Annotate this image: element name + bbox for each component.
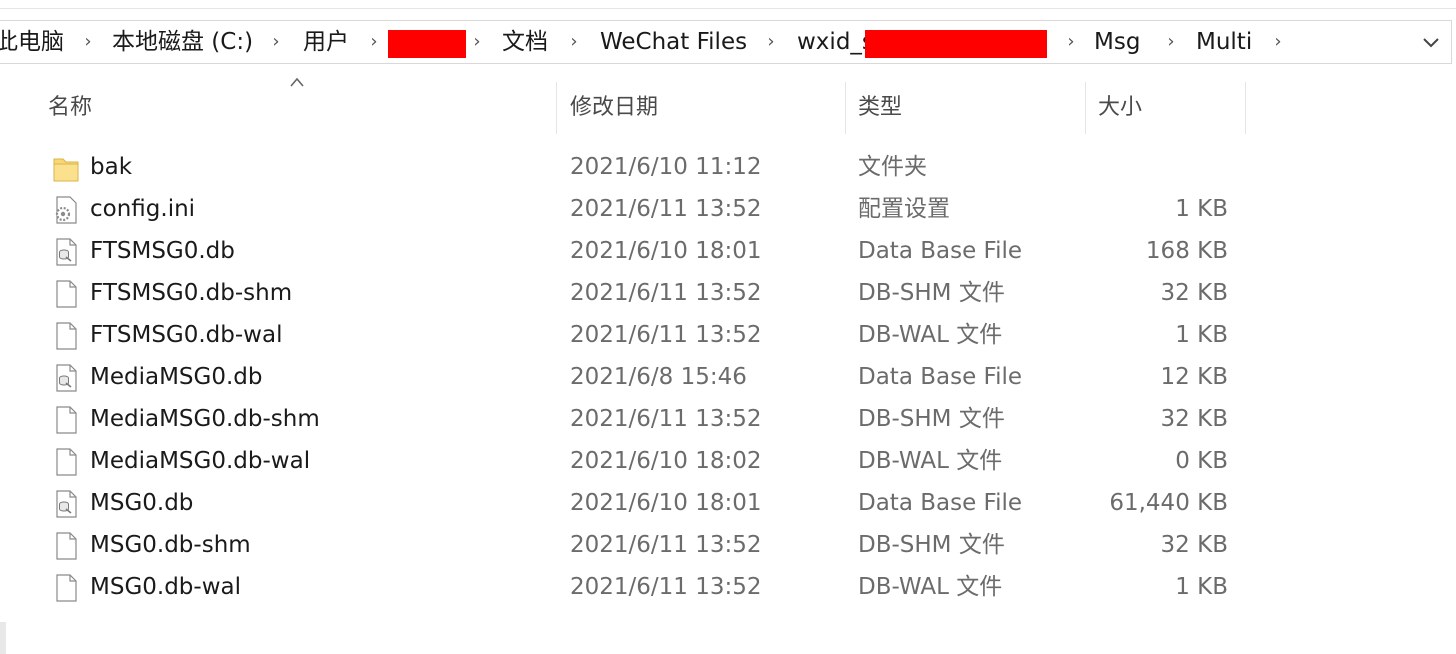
file-type: DB-WAL 文件	[858, 322, 1003, 348]
file-size: 12 KB	[1160, 364, 1228, 390]
file-type: DB-SHM 文件	[858, 406, 1005, 432]
breadcrumb-local-disk[interactable]: 本地磁盘 (C:)	[112, 21, 253, 63]
file-modified-date: 2021/6/10 18:01	[570, 238, 762, 264]
database-file-icon	[52, 237, 80, 267]
breadcrumb-separator-icon[interactable]: ›	[468, 21, 486, 63]
file-size: 61,440 KB	[1109, 490, 1228, 516]
file-row[interactable]: config.ini 2021/6/11 13:52 配置设置 1 KB	[44, 188, 1254, 230]
address-history-dropdown[interactable]	[1411, 21, 1451, 63]
file-type: DB-WAL 文件	[858, 574, 1003, 600]
blank-file-icon	[52, 405, 80, 435]
breadcrumb-multi[interactable]: Multi	[1196, 21, 1252, 63]
file-name[interactable]: config.ini	[90, 188, 195, 230]
file-name[interactable]: MSG0.db	[90, 482, 193, 524]
file-modified-date: 2021/6/10 18:01	[570, 490, 762, 516]
file-size: 0 KB	[1175, 448, 1228, 474]
file-modified-date: 2021/6/8 15:46	[570, 364, 747, 390]
breadcrumb-separator-icon[interactable]: ›	[365, 21, 383, 63]
settings-file-icon	[52, 195, 80, 225]
file-row[interactable]: MediaMSG0.db 2021/6/8 15:46 Data Base File…	[44, 356, 1254, 398]
database-file-icon	[52, 363, 80, 393]
file-name[interactable]: FTSMSG0.db-shm	[90, 272, 292, 314]
file-name[interactable]: MSG0.db-shm	[90, 524, 251, 566]
chevron-down-icon	[1423, 38, 1439, 48]
file-type: 文件夹	[858, 154, 927, 180]
file-modified-date: 2021/6/11 13:52	[570, 532, 762, 558]
file-modified-date: 2021/6/10 18:02	[570, 448, 762, 474]
redacted-wxid	[865, 30, 1047, 58]
redacted-username[interactable]	[388, 30, 466, 58]
file-type: DB-WAL 文件	[858, 448, 1003, 474]
file-row[interactable]: FTSMSG0.db-shm 2021/6/11 13:52 DB-SHM 文件 32…	[44, 272, 1254, 314]
file-row[interactable]: MediaMSG0.db-shm 2021/6/11 13:52 DB-SHM 文件…	[44, 398, 1254, 440]
breadcrumb-separator-icon[interactable]: ›	[1269, 21, 1287, 63]
file-size: 32 KB	[1160, 280, 1228, 306]
column-divider[interactable]	[845, 82, 846, 134]
column-divider[interactable]	[1245, 82, 1246, 134]
file-name[interactable]: FTSMSG0.db	[90, 230, 235, 272]
column-header-name[interactable]: 名称	[48, 86, 92, 130]
file-name[interactable]: MSG0.db-wal	[90, 566, 241, 608]
column-header-size[interactable]: 大小	[1098, 86, 1142, 130]
breadcrumb-wxid[interactable]: wxid_s	[797, 21, 874, 63]
column-divider[interactable]	[1085, 82, 1086, 134]
file-modified-date: 2021/6/11 13:52	[570, 574, 762, 600]
blank-file-icon	[52, 531, 80, 561]
folder-icon	[52, 153, 80, 183]
file-row[interactable]: bak 2021/6/10 11:12 文件夹	[44, 146, 1254, 188]
breadcrumb-this-pc[interactable]: 此电脑	[0, 21, 64, 63]
file-name[interactable]: MediaMSG0.db-shm	[90, 398, 320, 440]
breadcrumb-separator-icon[interactable]: ›	[1162, 21, 1180, 63]
file-name[interactable]: MediaMSG0.db-wal	[90, 440, 310, 482]
blank-file-icon	[52, 573, 80, 603]
file-size: 168 KB	[1145, 238, 1228, 264]
file-name[interactable]: bak	[90, 146, 132, 188]
file-row[interactable]: FTSMSG0.db-wal 2021/6/11 13:52 DB-WAL 文件 1 …	[44, 314, 1254, 356]
column-header-type[interactable]: 类型	[858, 86, 902, 130]
file-size: 1 KB	[1175, 574, 1228, 600]
file-name[interactable]: FTSMSG0.db-wal	[90, 314, 282, 356]
breadcrumb-documents[interactable]: 文档	[502, 21, 548, 63]
file-modified-date: 2021/6/10 11:12	[570, 154, 762, 180]
breadcrumb-separator-icon[interactable]: ›	[762, 21, 780, 63]
file-size: 32 KB	[1160, 532, 1228, 558]
file-row[interactable]: MSG0.db-shm 2021/6/11 13:52 DB-SHM 文件 32 KB	[44, 524, 1254, 566]
breadcrumb-users[interactable]: 用户	[303, 21, 349, 63]
blank-file-icon	[52, 279, 80, 309]
breadcrumb-separator-icon[interactable]: ›	[1062, 21, 1080, 63]
sort-ascending-icon	[290, 77, 304, 87]
breadcrumb-msg[interactable]: Msg	[1094, 21, 1140, 63]
file-row[interactable]: MSG0.db-wal 2021/6/11 13:52 DB-WAL 文件 1 KB	[44, 566, 1254, 608]
blank-file-icon	[52, 321, 80, 351]
column-divider[interactable]	[556, 82, 557, 134]
file-type: Data Base File	[858, 490, 1023, 516]
file-row[interactable]: FTSMSG0.db 2021/6/10 18:01 Data Base File 1…	[44, 230, 1254, 272]
blank-file-icon	[52, 447, 80, 477]
breadcrumb-separator-icon[interactable]: ›	[267, 21, 285, 63]
address-bar[interactable]: 此电脑 › 本地磁盘 (C:) › 用户 › › 文档 › WeChat Fil…	[0, 20, 1452, 64]
column-header-modified[interactable]: 修改日期	[570, 86, 658, 130]
file-row[interactable]: MediaMSG0.db-wal 2021/6/10 18:02 DB-WAL 文件…	[44, 440, 1254, 482]
breadcrumb-wechat-files[interactable]: WeChat Files	[600, 21, 747, 63]
file-type: DB-SHM 文件	[858, 532, 1005, 558]
scrollbar-edge[interactable]	[0, 622, 6, 654]
breadcrumb-separator-icon[interactable]: ›	[565, 21, 583, 63]
breadcrumb-separator-icon[interactable]: ›	[79, 21, 97, 63]
file-size: 32 KB	[1160, 406, 1228, 432]
file-size: 1 KB	[1175, 322, 1228, 348]
file-type: Data Base File	[858, 364, 1023, 390]
file-type: DB-SHM 文件	[858, 280, 1005, 306]
file-type: Data Base File	[858, 238, 1023, 264]
file-size: 1 KB	[1175, 196, 1228, 222]
file-modified-date: 2021/6/11 13:52	[570, 196, 762, 222]
file-modified-date: 2021/6/11 13:52	[570, 406, 762, 432]
window-top-border	[0, 8, 1456, 9]
file-modified-date: 2021/6/11 13:52	[570, 322, 762, 348]
database-file-icon	[52, 489, 80, 519]
file-modified-date: 2021/6/11 13:52	[570, 280, 762, 306]
file-row[interactable]: MSG0.db 2021/6/10 18:01 Data Base File 61,4…	[44, 482, 1254, 524]
file-name[interactable]: MediaMSG0.db	[90, 356, 263, 398]
file-type: 配置设置	[858, 196, 950, 222]
